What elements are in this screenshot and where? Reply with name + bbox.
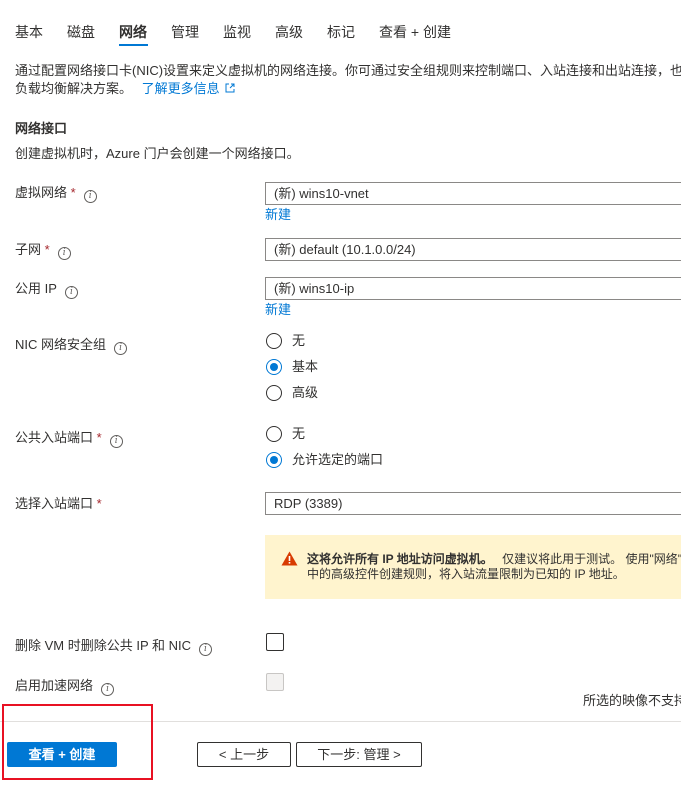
nsg-label-text: NIC 网络安全组 [15, 337, 107, 352]
next-button[interactable]: 下一步: 管理 > [296, 742, 422, 767]
delete-ip-checkbox[interactable] [266, 633, 284, 651]
required-marker: * [44, 242, 50, 257]
public-ip-create-link[interactable]: 新建 [265, 301, 291, 319]
delete-ip-label: 删除 VM 时删除公共 IP 和 NIC i [15, 638, 212, 656]
inbound-radio-selected[interactable] [266, 452, 282, 468]
nsg-option-basic-label: 基本 [292, 359, 319, 374]
tab-review-create[interactable]: 查看 + 创建 [379, 24, 451, 40]
tab-disks[interactable]: 磁盘 [67, 24, 95, 40]
public-ip-label-text: 公用 IP [15, 281, 57, 296]
delete-ip-label-text: 删除 VM 时删除公共 IP 和 NIC [15, 638, 191, 653]
required-marker: * [96, 430, 102, 445]
subnet-label-text: 子网 [15, 242, 42, 257]
vnet-label-text: 虚拟网络 [15, 185, 68, 200]
tab-monitoring[interactable]: 监视 [223, 24, 251, 40]
public-ip-label: 公用 IP i [15, 281, 78, 299]
inbound-radio-none[interactable] [266, 426, 282, 442]
intro-text-line2: 负载均衡解决方案。 了解更多信息 [15, 80, 235, 98]
inbound-ports-label: 公共入站端口 * i [15, 430, 123, 448]
external-link-icon [225, 83, 235, 93]
public-ip-select[interactable]: (新) wins10-ip [265, 277, 681, 300]
inbound-ports-select[interactable]: RDP (3389) [265, 492, 681, 515]
accel-network-label-text: 启用加速网络 [15, 678, 94, 693]
accel-network-checkbox [266, 673, 284, 691]
nsg-radio-advanced[interactable] [266, 385, 282, 401]
tab-tags[interactable]: 标记 [327, 24, 355, 40]
accel-network-label: 启用加速网络 i [15, 678, 115, 696]
subnet-select[interactable]: (新) default (10.1.0.0/24) [265, 238, 681, 261]
vnet-label: 虚拟网络 * i [15, 185, 97, 203]
inbound-option-selected-label: 允许选定的端口 [292, 452, 384, 467]
nsg-option-advanced-label: 高级 [292, 385, 319, 400]
required-marker: * [70, 185, 76, 200]
info-icon[interactable]: i [83, 190, 97, 203]
learn-more-label: 了解更多信息 [141, 81, 220, 96]
nsg-option-none-label: 无 [292, 333, 306, 348]
tab-advanced[interactable]: 高级 [275, 24, 303, 40]
vnet-select[interactable]: (新) wins10-vnet [265, 182, 681, 205]
warning-text-line1: 这将允许所有 IP 地址访问虚拟机。 仅建议将此用于测试。 使用"网络" [307, 552, 681, 567]
subnet-label: 子网 * i [15, 242, 71, 260]
info-icon[interactable]: i [199, 643, 212, 656]
info-icon[interactable]: i [101, 683, 115, 696]
info-icon[interactable]: i [109, 435, 123, 448]
previous-button[interactable]: < 上一步 [197, 742, 291, 767]
nsg-radio-basic[interactable] [266, 359, 282, 375]
tab-basics[interactable]: 基本 [15, 24, 43, 40]
accel-network-note: 所选的映像不支持 [583, 693, 681, 708]
section-description: 创建虚拟机时，Azure 门户会创建一个网络接口。 [15, 146, 300, 161]
inbound-ports-label-text: 公共入站端口 [15, 430, 94, 445]
info-icon[interactable]: i [57, 247, 71, 260]
highlight-box [2, 704, 153, 780]
info-icon[interactable]: i [114, 342, 128, 355]
section-title: 网络接口 [15, 121, 68, 136]
warning-bold-text: 这将允许所有 IP 地址访问虚拟机。 [307, 552, 493, 566]
intro-text-line1: 通过配置网络接口卡(NIC)设置来定义虚拟机的网络连接。你可通过安全组规则来控制… [15, 63, 681, 78]
inbound-option-none-label: 无 [292, 426, 306, 441]
info-icon[interactable]: i [64, 286, 78, 299]
tab-management[interactable]: 管理 [171, 24, 199, 40]
required-marker: * [96, 496, 102, 511]
active-tab-indicator [119, 44, 148, 46]
nsg-label: NIC 网络安全组 i [15, 337, 128, 355]
intro-text-line2-content: 负载均衡解决方案。 [15, 81, 133, 96]
nsg-radio-none[interactable] [266, 333, 282, 349]
warning-icon [281, 551, 298, 566]
vnet-create-link[interactable]: 新建 [265, 206, 291, 224]
warning-text-line2: 中的高级控件创建规则，将入站流量限制为已知的 IP 地址。 [307, 567, 625, 581]
tab-networking[interactable]: 网络 [119, 24, 147, 40]
select-ports-label: 选择入站端口 * [15, 496, 102, 512]
warning-rest-text: 仅建议将此用于测试。 使用"网络" [502, 552, 681, 566]
select-ports-label-text: 选择入站端口 [15, 496, 94, 511]
learn-more-link[interactable]: 了解更多信息 [142, 81, 236, 96]
warning-banner: 这将允许所有 IP 地址访问虚拟机。 仅建议将此用于测试。 使用"网络" 中的高… [265, 535, 681, 599]
